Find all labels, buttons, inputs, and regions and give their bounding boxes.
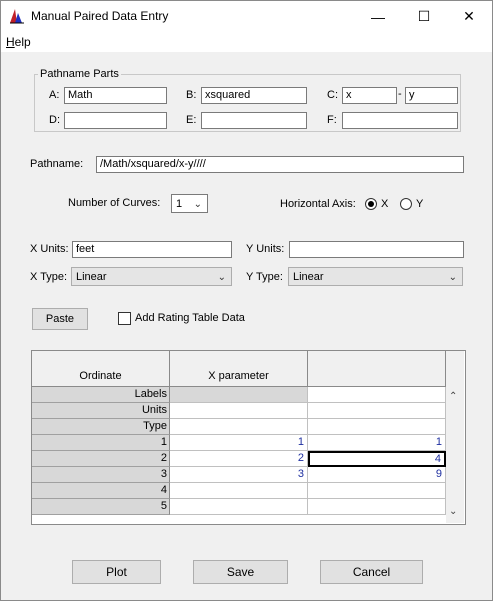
table-cell[interactable]: 1	[170, 435, 308, 451]
table-cell[interactable]	[308, 483, 446, 499]
column-header-x-parameter[interactable]: X parameter	[170, 351, 308, 387]
y-type-select[interactable]: Linear ⌄	[288, 267, 463, 286]
save-button[interactable]: Save	[193, 560, 288, 584]
row-label: Labels	[32, 387, 170, 403]
y-type-value: Linear	[293, 271, 324, 283]
y-units-label: Y Units:	[246, 243, 285, 255]
part-f-label: F:	[327, 114, 337, 126]
y-units-input[interactable]	[289, 241, 464, 258]
row-label: 3	[32, 467, 170, 483]
paste-button[interactable]: Paste	[32, 308, 88, 330]
add-rating-table-checkbox[interactable]	[118, 312, 131, 325]
part-c-label: C:	[327, 89, 338, 101]
table-cell[interactable]: 1	[308, 435, 446, 451]
scroll-up-icon[interactable]: ⌃	[449, 391, 457, 402]
chevron-down-icon: ⌄	[448, 272, 457, 283]
part-c-separator: -	[398, 88, 402, 100]
part-a-input[interactable]: Math	[64, 87, 167, 104]
row-label: Type	[32, 419, 170, 435]
app-icon	[10, 9, 24, 24]
chevron-down-icon: ⌄	[217, 272, 226, 283]
part-b-label: B:	[186, 89, 197, 101]
table-cell[interactable]: 2	[170, 451, 308, 467]
menu-help[interactable]: Help	[6, 35, 31, 49]
number-of-curves-label: Number of Curves:	[68, 197, 161, 209]
menu-bar: Help	[1, 32, 492, 52]
column-header-ordinate[interactable]: Ordinate	[32, 351, 170, 387]
part-a-label: A:	[49, 89, 60, 101]
axis-x-radio[interactable]	[365, 198, 377, 210]
part-e-label: E:	[186, 114, 197, 126]
add-rating-table-label: Add Rating Table Data	[135, 312, 245, 324]
cancel-button[interactable]: Cancel	[320, 560, 423, 584]
scroll-down-icon[interactable]: ⌄	[449, 506, 457, 517]
part-b-input[interactable]: xsquared	[201, 87, 307, 104]
minimize-icon: —	[371, 8, 385, 25]
row-label: 5	[32, 499, 170, 515]
close-button[interactable]: ✕	[446, 1, 492, 32]
part-c-y-input[interactable]: y	[405, 87, 458, 104]
table-cell[interactable]	[170, 403, 308, 419]
part-c-x-input[interactable]: x	[342, 87, 397, 104]
table-vertical-scrollbar[interactable]: ⌃ ⌄	[446, 351, 464, 523]
table-cell[interactable]	[170, 499, 308, 515]
table-cell[interactable]	[308, 387, 446, 403]
horizontal-axis-label: Horizontal Axis:	[280, 198, 356, 210]
part-f-input[interactable]	[342, 112, 458, 129]
minimize-button[interactable]: —	[355, 1, 401, 32]
axis-y-label: Y	[416, 198, 424, 210]
part-e-input[interactable]	[201, 112, 307, 129]
dialog-window: Manual Paired Data Entry — ☐ ✕ Help Path…	[0, 0, 493, 601]
table-cell[interactable]	[170, 387, 308, 403]
row-label: 2	[32, 451, 170, 467]
table-cell[interactable]: 9	[308, 467, 446, 483]
row-label: Units	[32, 403, 170, 419]
table-cell[interactable]	[308, 403, 446, 419]
window-title: Manual Paired Data Entry	[31, 9, 169, 23]
chevron-down-icon: ⌄	[193, 199, 202, 210]
row-label: 4	[32, 483, 170, 499]
table-cell[interactable]	[170, 483, 308, 499]
paired-data-table: Ordinate X parameter Labels Units Type 1…	[31, 350, 466, 525]
part-d-input[interactable]	[64, 112, 167, 129]
axis-x-label: X	[381, 198, 389, 210]
number-of-curves-value: 1	[176, 198, 183, 210]
number-of-curves-select[interactable]: 1 ⌄	[171, 194, 208, 213]
x-units-label: X Units:	[30, 243, 69, 255]
part-d-label: D:	[49, 114, 60, 126]
column-header-curve[interactable]	[308, 351, 446, 387]
table-cell[interactable]	[308, 499, 446, 515]
title-bar: Manual Paired Data Entry — ☐ ✕	[1, 1, 492, 32]
x-type-value: Linear	[76, 271, 107, 283]
table-cell[interactable]	[170, 419, 308, 435]
pathname-input[interactable]: /Math/xsquared/x-y////	[96, 156, 464, 173]
maximize-button[interactable]: ☐	[401, 1, 447, 32]
plot-button[interactable]: Plot	[72, 560, 161, 584]
pathname-parts-label: Pathname Parts	[38, 68, 121, 80]
table-cell[interactable]	[308, 419, 446, 435]
table-cell[interactable]: 3	[170, 467, 308, 483]
close-icon: ✕	[463, 8, 475, 24]
row-label: 1	[32, 435, 170, 451]
axis-y-radio[interactable]	[400, 198, 412, 210]
x-units-input[interactable]: feet	[72, 241, 232, 258]
y-type-label: Y Type:	[246, 271, 283, 283]
table-cell-selected[interactable]: 4	[308, 451, 446, 467]
x-type-select[interactable]: Linear ⌄	[71, 267, 232, 286]
x-type-label: X Type:	[30, 271, 68, 283]
pathname-label: Pathname:	[30, 158, 84, 170]
maximize-icon: ☐	[417, 8, 431, 24]
